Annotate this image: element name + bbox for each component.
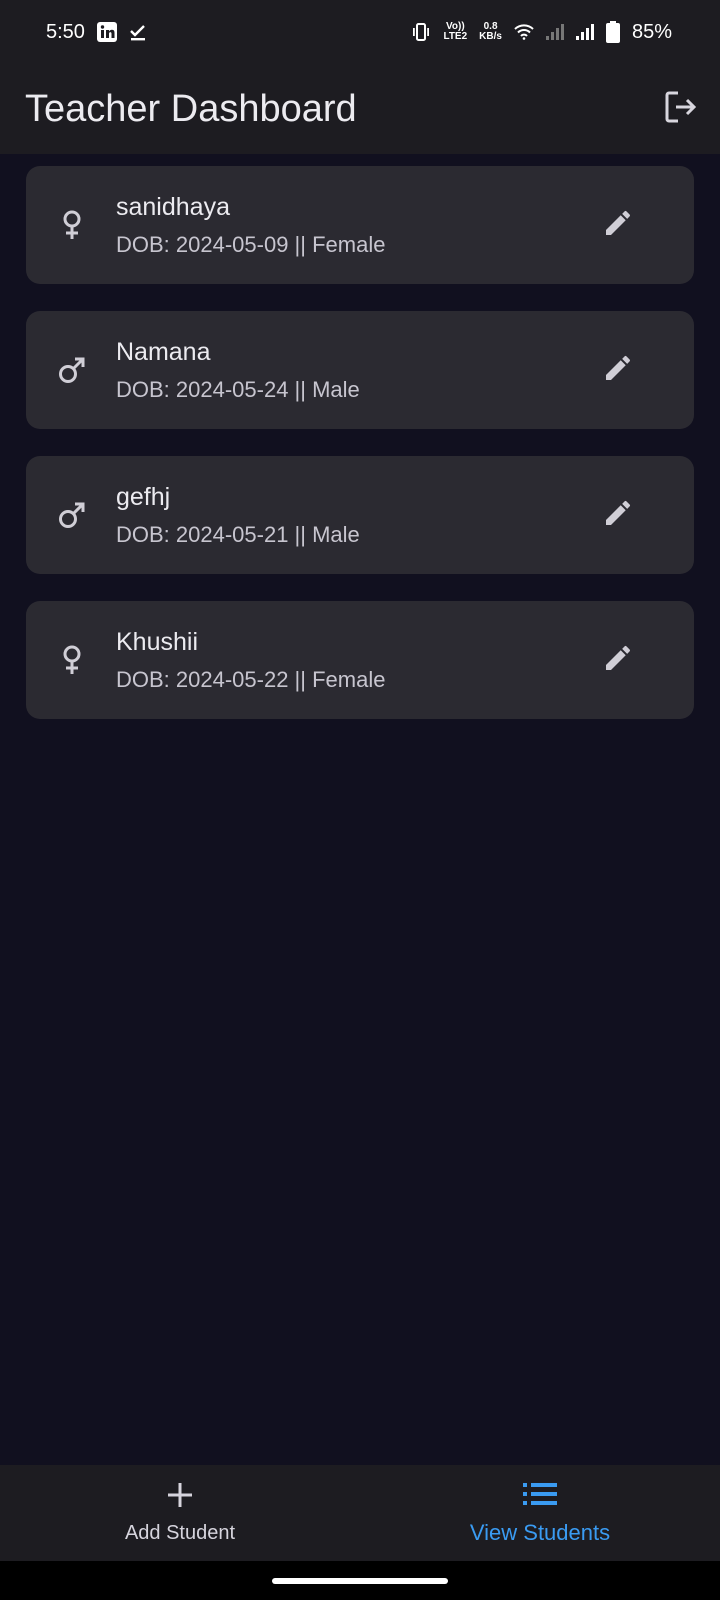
student-details: DOB: 2024-05-24 || Male — [116, 376, 360, 402]
status-time: 5:50 — [46, 20, 85, 43]
battery-level: 85% — [631, 20, 672, 43]
student-info: gefhj DOB: 2024-05-21 || Male — [116, 483, 600, 548]
male-icon — [56, 354, 88, 386]
female-icon — [56, 644, 88, 676]
logout-button[interactable] — [662, 89, 698, 130]
home-gesture-bar[interactable] — [272, 1578, 448, 1584]
nav-view-students[interactable]: View Students — [360, 1465, 720, 1561]
network-type: Vo)) LTE2 — [443, 22, 467, 42]
nav-add-student[interactable]: Add Student — [0, 1465, 360, 1561]
network-speed: 0.8 KB/s — [479, 22, 502, 42]
female-icon — [56, 209, 88, 241]
app-bar: Teacher Dashboard — [0, 64, 720, 154]
student-info: sanidhaya DOB: 2024-05-09 || Female — [116, 193, 600, 258]
add-icon — [166, 1481, 194, 1514]
speed-unit: KB/s — [479, 31, 502, 42]
battery-icon — [605, 21, 620, 43]
download-done-icon — [129, 23, 147, 41]
bottom-navigation: Add Student View Students — [0, 1465, 720, 1561]
edit-button[interactable] — [600, 642, 636, 678]
list-icon — [523, 1481, 557, 1512]
status-right: Vo)) LTE2 0.8 KB/s 85% — [411, 21, 672, 44]
network-bottom: LTE2 — [443, 31, 468, 42]
nav-view-students-label: View Students — [469, 1519, 611, 1545]
nav-add-student-label: Add Student — [124, 1522, 236, 1544]
edit-button[interactable] — [600, 352, 636, 388]
logout-icon — [662, 89, 698, 130]
status-bar: 5:50 Vo)) LTE2 0.8 KB/s 85% — [0, 0, 720, 64]
page-title: Teacher Dashboard — [25, 87, 357, 130]
student-name: Khushii — [116, 627, 198, 656]
student-card[interactable]: Khushii DOB: 2024-05-22 || Female — [26, 601, 694, 719]
edit-icon — [602, 352, 634, 389]
male-icon — [56, 499, 88, 531]
student-card[interactable]: Namana DOB: 2024-05-24 || Male — [26, 311, 694, 429]
student-details: DOB: 2024-05-09 || Female — [116, 231, 386, 257]
edit-button[interactable] — [600, 207, 636, 243]
student-info: Khushii DOB: 2024-05-22 || Female — [116, 628, 600, 693]
edit-icon — [602, 497, 634, 534]
student-card[interactable]: gefhj DOB: 2024-05-21 || Male — [26, 456, 694, 574]
linkedin-icon — [96, 22, 117, 42]
edit-icon — [602, 642, 634, 679]
student-details: DOB: 2024-05-22 || Female — [116, 666, 386, 692]
student-info: Namana DOB: 2024-05-24 || Male — [116, 338, 600, 403]
status-left: 5:50 — [46, 21, 147, 44]
signal-icon — [575, 24, 594, 40]
edit-button[interactable] — [600, 497, 636, 533]
edit-icon — [602, 207, 634, 244]
student-details: DOB: 2024-05-21 || Male — [116, 521, 360, 547]
wifi-icon — [514, 24, 534, 40]
student-name: gefhj — [116, 482, 171, 511]
vibrate-icon — [411, 23, 431, 41]
student-name: Namana — [116, 337, 211, 366]
student-card[interactable]: sanidhaya DOB: 2024-05-09 || Female — [26, 166, 694, 284]
student-name: sanidhaya — [116, 192, 230, 221]
signal-weak-icon — [545, 24, 564, 40]
student-list: sanidhaya DOB: 2024-05-09 || Female Nama… — [26, 166, 694, 746]
